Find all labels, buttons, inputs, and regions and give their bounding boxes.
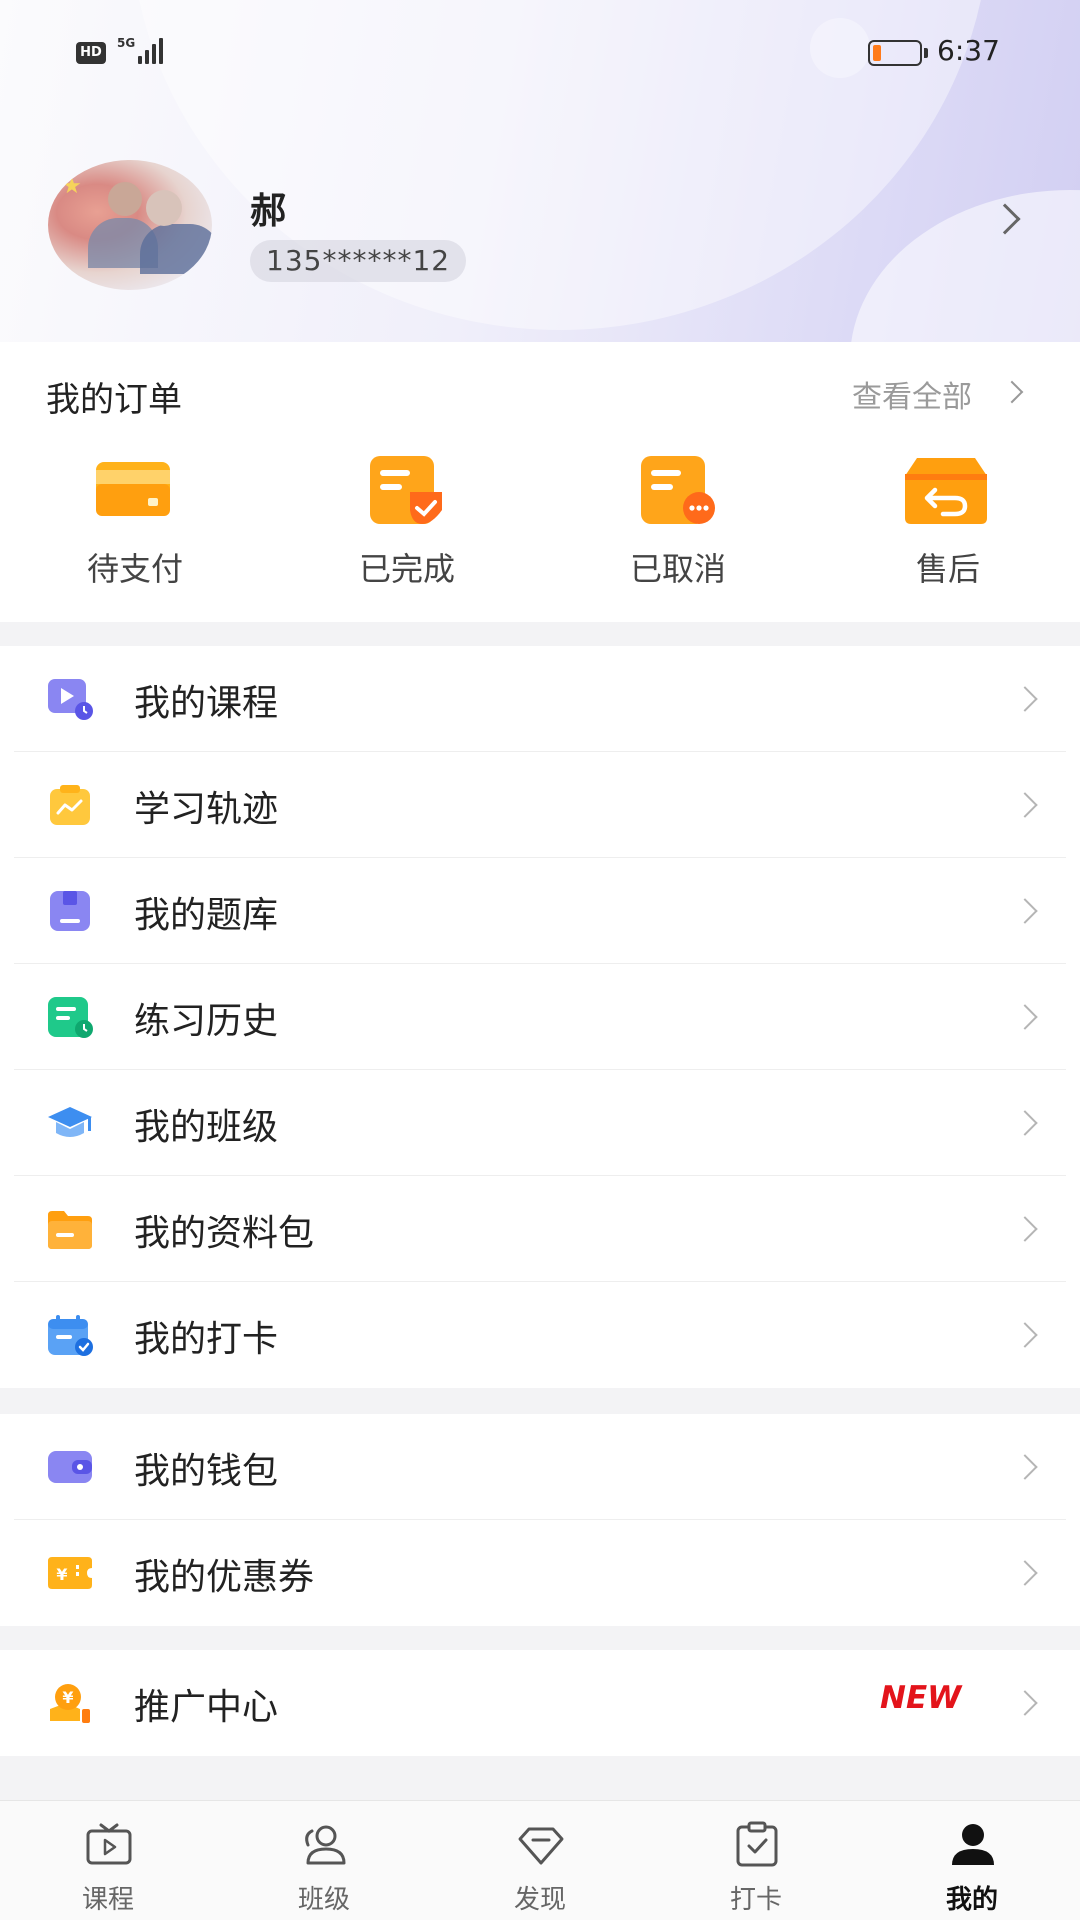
chevron-right-icon	[1012, 686, 1038, 712]
order-pending-payment[interactable]: 待支付	[45, 454, 225, 588]
order-label: 已取消	[629, 550, 726, 588]
wallet-card-icon	[96, 462, 170, 516]
people-icon	[305, 1825, 346, 1865]
tab-courses[interactable]: 课程	[0, 1801, 216, 1920]
view-all-orders-link[interactable]: 查看全部	[852, 372, 972, 416]
menu-group-wallet: 我的钱包 ¥ 我的优惠券	[0, 1414, 1080, 1626]
bottom-tab-bar: 课程 班级 发现 打卡 我的	[0, 1800, 1080, 1920]
chevron-right-icon	[1012, 1454, 1038, 1480]
signal-icon	[138, 36, 170, 64]
svg-text:¥: ¥	[62, 1688, 73, 1707]
tab-classes[interactable]: 班级	[216, 1801, 432, 1920]
menu-item-learning-track[interactable]: 学习轨迹	[0, 752, 1080, 858]
orders-title: 我的订单	[46, 380, 182, 420]
order-label: 已完成	[358, 550, 455, 588]
tab-mine[interactable]: 我的	[864, 1801, 1080, 1920]
clock: 6:37	[937, 34, 1000, 67]
hd-indicator: HD	[76, 42, 106, 64]
chevron-right-icon	[1012, 1322, 1038, 1348]
view-all-chevron-icon[interactable]	[1000, 380, 1024, 404]
order-done-icon	[370, 456, 442, 524]
diamond-icon	[518, 1827, 564, 1865]
menu-label: 学习轨迹	[134, 789, 279, 830]
tab-checkin[interactable]: 打卡	[648, 1801, 864, 1920]
order-cancelled-icon	[641, 456, 715, 524]
tab-label: 发现	[513, 1885, 566, 1915]
menu-label: 我的班级	[134, 1107, 279, 1148]
order-after-sale[interactable]: 售后	[858, 454, 1038, 588]
new-badge: NEW	[880, 1680, 962, 1716]
chevron-right-icon	[1012, 1560, 1038, 1586]
menu-label: 练习历史	[134, 1001, 279, 1042]
question-bank-icon	[50, 891, 90, 931]
menu-item-material-pack[interactable]: 我的资料包	[0, 1176, 1080, 1282]
menu-item-my-courses[interactable]: 我的课程	[0, 646, 1080, 752]
menu-label: 推广中心	[134, 1687, 279, 1728]
tab-label: 班级	[297, 1885, 350, 1915]
chevron-right-icon	[1012, 1216, 1038, 1242]
menu-label: 我的资料包	[134, 1213, 315, 1254]
chevron-right-icon	[1012, 792, 1038, 818]
course-video-icon	[48, 679, 93, 720]
learning-trend-icon	[50, 785, 90, 825]
user-name[interactable]: 郝	[250, 182, 286, 234]
tv-play-icon	[86, 1823, 132, 1865]
avatar[interactable]: ★	[48, 160, 212, 290]
menu-item-practice-history[interactable]: 练习历史	[0, 964, 1080, 1070]
battery-level	[873, 45, 881, 61]
menu-item-my-checkin[interactable]: 我的打卡	[0, 1282, 1080, 1388]
menu-label: 我的优惠券	[134, 1557, 315, 1598]
chevron-right-icon	[1012, 1690, 1038, 1716]
chevron-right-icon	[1012, 1004, 1038, 1030]
calendar-check-icon	[48, 1315, 93, 1356]
menu-label: 我的钱包	[134, 1451, 279, 1492]
menu-label: 我的题库	[134, 895, 279, 936]
menu-group-promotion: ¥ 推广中心 NEW	[0, 1650, 1080, 1756]
tab-label: 我的	[945, 1885, 998, 1915]
after-sale-return-icon	[905, 458, 987, 524]
order-completed[interactable]: 已完成	[317, 454, 497, 588]
user-phone: 135******12	[250, 240, 467, 282]
battery-icon	[868, 40, 928, 66]
svg-text:¥: ¥	[56, 1565, 67, 1584]
network-type: 5G	[117, 36, 136, 50]
folder-icon	[48, 1211, 92, 1249]
tab-discover[interactable]: 发现	[432, 1801, 648, 1920]
menu-label: 我的课程	[134, 683, 279, 724]
menu-group-learning: 我的课程 学习轨迹 我的题库 练习历史 我的班级 我的资料包 我的打卡	[0, 646, 1080, 1388]
menu-item-wallet[interactable]: 我的钱包	[0, 1414, 1080, 1520]
menu-item-my-class[interactable]: 我的班级	[0, 1070, 1080, 1176]
wallet-icon	[48, 1451, 92, 1483]
flag-star-icon: ★	[62, 174, 82, 199]
clipboard-check-icon	[736, 1821, 778, 1867]
tab-label: 课程	[81, 1885, 134, 1915]
tab-label: 打卡	[729, 1885, 782, 1915]
menu-item-question-bank[interactable]: 我的题库	[0, 858, 1080, 964]
header-decor-circle-small	[850, 190, 1080, 342]
profile-header: HD 5G 6:37 ★ 郝 135******12	[0, 0, 1080, 342]
order-cancelled[interactable]: 已取消	[588, 454, 768, 588]
graduation-cap-icon	[48, 1107, 92, 1137]
promotion-coin-icon: ¥	[50, 1684, 90, 1723]
orders-card: 我的订单 查看全部 待支付 已完成 已取消 售后	[0, 342, 1080, 622]
menu-label: 我的打卡	[134, 1319, 279, 1360]
chevron-right-icon	[1012, 898, 1038, 924]
menu-item-coupons[interactable]: ¥ 我的优惠券	[0, 1520, 1080, 1626]
person-icon	[952, 1824, 994, 1865]
order-label: 售后	[915, 550, 980, 588]
menu-item-promotion-center[interactable]: ¥ 推广中心 NEW	[0, 1650, 1080, 1756]
coupon-icon: ¥	[48, 1557, 92, 1589]
chevron-right-icon	[1012, 1110, 1038, 1136]
status-bar: HD 5G 6:37	[0, 0, 1080, 100]
practice-history-icon	[48, 997, 93, 1038]
order-label: 待支付	[86, 550, 183, 588]
